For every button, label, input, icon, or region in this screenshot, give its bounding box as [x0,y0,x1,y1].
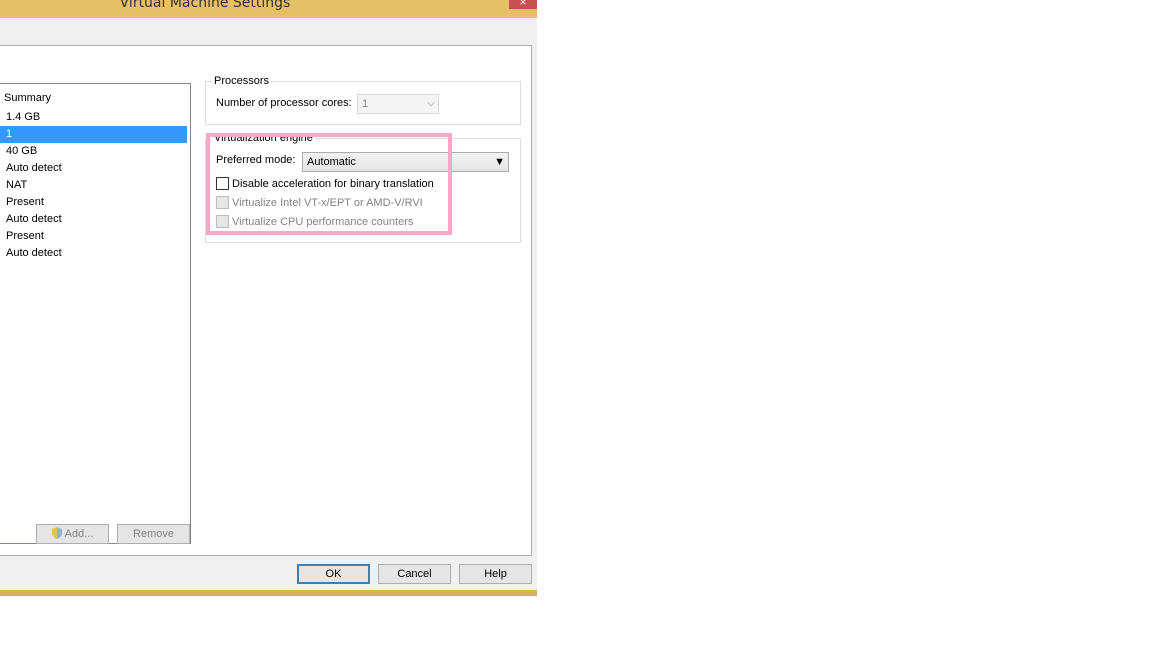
close-icon: × [519,0,527,9]
annotation-highlight-box [206,133,452,235]
device-row-sound-card[interactable]: Auto detect [0,211,187,228]
cores-value: 1 [362,98,369,110]
add-button-label: Add... [64,528,94,540]
window-title: Virtual Machine Settings [119,0,291,11]
ok-button[interactable]: OK [297,564,370,584]
processors-group-title: Processors [212,75,272,87]
summary-column-header[interactable]: Summary [4,92,51,104]
device-row-display[interactable]: Auto detect [0,245,187,262]
vm-settings-window: Virtual Machine Settings × Summary 1.4 G… [0,0,537,596]
chevron-down-icon: ▼ [494,156,505,168]
device-row-printer[interactable]: Present [0,228,187,245]
device-row-processors[interactable]: 1 [0,126,187,143]
hardware-tab-panel: Summary 1.4 GB 1 40 GB Auto detect NAT P… [0,45,532,556]
help-button[interactable]: Help [459,564,532,584]
remove-device-button[interactable]: Remove [117,524,190,544]
device-list[interactable]: Summary 1.4 GB 1 40 GB Auto detect NAT P… [0,83,191,544]
device-row-hard-disk[interactable]: 40 GB [0,143,187,160]
window-bottom-border [0,590,537,596]
device-row-memory[interactable]: 1.4 GB [0,109,187,126]
close-button[interactable]: × [509,0,537,9]
device-row-cd-dvd[interactable]: Auto detect [0,160,187,177]
title-bar[interactable]: Virtual Machine Settings × [0,0,537,18]
device-row-usb-controller[interactable]: Present [0,194,187,211]
processor-cores-select[interactable]: 1 ⌵ [357,94,439,114]
device-row-network-adapter[interactable]: NAT [0,177,187,194]
shield-icon [51,527,62,539]
processors-group: Processors Number of processor cores: 1 … [205,75,521,125]
add-device-button[interactable]: Add... [36,524,109,544]
dialog-client-area: Summary 1.4 GB 1 40 GB Auto detect NAT P… [0,18,537,590]
cancel-button[interactable]: Cancel [378,564,451,584]
chevron-down-icon: ⌵ [427,98,435,109]
desktop: Virtual Machine Settings × Summary 1.4 G… [0,0,1152,648]
cores-label: Number of processor cores: [216,97,352,109]
